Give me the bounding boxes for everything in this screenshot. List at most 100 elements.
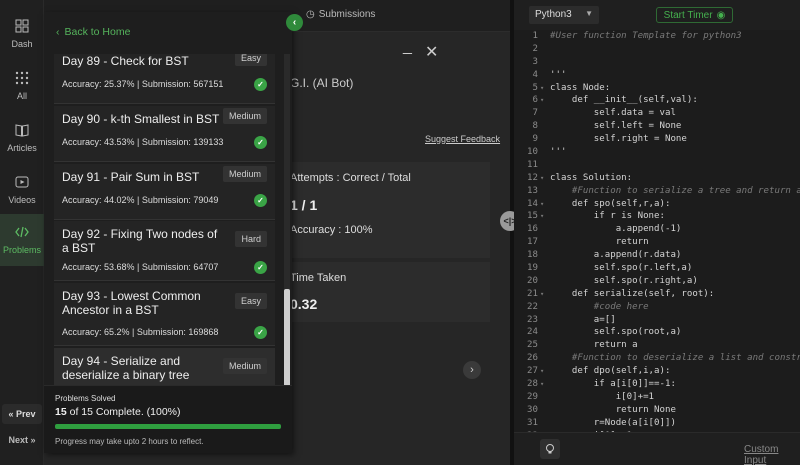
problem-title: Day 89 - Check for BST: [62, 54, 189, 68]
nav-label: Videos: [8, 195, 36, 205]
code-icon: [15, 226, 29, 238]
code-text: class Node:: [550, 82, 611, 93]
grid-icon: [15, 71, 29, 85]
nav-item-videos[interactable]: Videos: [0, 164, 44, 216]
prev-icon: «: [8, 409, 16, 419]
code-text: a.append(-1): [550, 224, 682, 235]
line-number: 27: [527, 366, 538, 377]
chevron-right-icon[interactable]: ›: [463, 361, 481, 379]
start-timer-button[interactable]: Start Timer ◉: [656, 7, 733, 23]
next-button[interactable]: Next »: [2, 430, 42, 450]
difficulty-badge: Medium: [222, 166, 267, 182]
code-line: 18 a.append(r.data): [514, 249, 800, 262]
app-root: Dash All Articles Videos Problems « Prev…: [0, 0, 800, 465]
suggest-feedback-link[interactable]: Suggest Feedback: [425, 134, 500, 144]
problem-card[interactable]: Day 92 - Fixing Two nodes of a BST Hard Ac…: [54, 221, 275, 281]
nav-label: Problems: [2, 245, 41, 255]
next-icon: »: [28, 435, 36, 445]
progress-fill: [55, 424, 281, 429]
nav-item-articles[interactable]: Articles: [0, 112, 44, 164]
code-text: ''': [550, 147, 567, 158]
line-number: 15: [527, 211, 538, 222]
fold-icon[interactable]: ▾: [540, 198, 544, 211]
code-text: class Solution:: [550, 172, 633, 183]
code-editor: Python3 ▼ Start Timer ◉ 1 #User function …: [514, 0, 800, 465]
code-line: 16 a.append(-1): [514, 223, 800, 236]
fold-icon[interactable]: ▾: [540, 210, 544, 223]
code-line: 25 return a: [514, 339, 800, 352]
scroll-thumb[interactable]: [284, 289, 290, 397]
nav-item-problems[interactable]: Problems: [0, 214, 44, 266]
code-line: 22 #code here: [514, 301, 800, 314]
check-circle-icon: ✓: [254, 261, 267, 274]
problem-card[interactable]: Day 90 - k-th Smallest in BST Medium Accur…: [54, 106, 275, 162]
back-label: Back to Home: [64, 26, 131, 38]
line-number: 28: [527, 379, 538, 390]
fold-icon[interactable]: ▾: [540, 365, 544, 378]
left-nav: Dash All Articles Videos Problems « Prev…: [0, 0, 44, 465]
minimize-icon[interactable]: _: [403, 38, 412, 56]
back-to-home-link[interactable]: ‹ Back to Home: [56, 26, 130, 38]
line-number: 31: [527, 417, 538, 428]
nav-item-dash[interactable]: Dash: [0, 8, 44, 60]
time-box: [285, 262, 490, 322]
fold-icon[interactable]: ▾: [540, 82, 544, 95]
lightbulb-icon[interactable]: [540, 439, 560, 459]
line-number: 23: [527, 314, 538, 325]
code-text: ''': [550, 69, 567, 80]
problem-card[interactable]: Day 91 - Pair Sum in BST Medium Accuracy: …: [54, 164, 275, 220]
code-text: self.spo(r.left,a): [550, 263, 693, 274]
code-line: 24 self.spo(root,a): [514, 326, 800, 339]
line-number: 24: [527, 327, 538, 338]
line-number: 7: [532, 108, 538, 119]
code-line: 8 self.left = None: [514, 120, 800, 133]
line-number: 29: [527, 391, 538, 402]
code-line: 12 ▾ class Solution:: [514, 172, 800, 185]
code-area[interactable]: 1 #User function Template for python3 2 3 4 '…: [514, 30, 800, 432]
solved-count: 15 of 15 Complete. (100%): [55, 406, 181, 418]
problems-solved-box: Problems Solved 15 of 15 Complete. (100%…: [44, 385, 292, 453]
line-number: 16: [527, 224, 538, 235]
time-label: Time Taken: [290, 272, 347, 284]
code-text: a=[]: [550, 314, 616, 325]
custom-input-link[interactable]: Custom Input: [744, 444, 800, 465]
line-number: 20: [527, 275, 538, 286]
code-text: return None: [550, 404, 676, 415]
code-text: return a: [550, 340, 638, 351]
language-select[interactable]: Python3 ▼: [529, 6, 599, 24]
problem-card[interactable]: Day 89 - Check for BST Easy Accuracy: 25.3…: [54, 54, 275, 104]
problem-meta: Accuracy: 25.37% | Submission: 567151: [62, 79, 224, 89]
line-number: 10: [527, 147, 538, 158]
attempts-value: 1 / 1: [290, 197, 318, 213]
nav-label: Dash: [11, 39, 33, 49]
problem-list[interactable]: Day 89 - Check for BST Easy Accuracy: 25.3…: [44, 54, 292, 406]
line-number: 12: [527, 172, 538, 183]
code-line: 4 ''': [514, 69, 800, 82]
problem-title: Day 91 - Pair Sum in BST: [62, 170, 200, 184]
language-value: Python3: [535, 9, 572, 20]
tab-submissions-label: Submissions: [318, 9, 376, 20]
fold-icon[interactable]: ▾: [540, 94, 544, 107]
code-text: self.spo(r.right,a): [550, 275, 698, 286]
collapse-panel-icon[interactable]: ‹: [286, 14, 303, 31]
fold-icon[interactable]: ▾: [540, 288, 544, 301]
code-line: 20 self.spo(r.right,a): [514, 275, 800, 288]
prev-button[interactable]: « Prev: [2, 404, 42, 424]
tab-submissions[interactable]: ◷ Submissions: [306, 9, 375, 20]
panel-header: ‹ Back to Home: [44, 12, 292, 54]
progress-bar: [55, 424, 281, 429]
code-text: #User function Template for python3: [550, 31, 742, 41]
problem-card[interactable]: Day 93 - Lowest Common Ancestor in a BST…: [54, 283, 275, 346]
nav-item-all[interactable]: All: [0, 60, 44, 112]
difficulty-badge: Medium: [222, 358, 267, 374]
line-number: 3: [532, 56, 538, 67]
close-icon[interactable]: ✕: [425, 42, 438, 62]
code-line: 17 return: [514, 236, 800, 249]
time-value: 0.32: [290, 296, 318, 312]
video-icon: [15, 176, 29, 188]
fold-icon[interactable]: ▾: [540, 378, 544, 391]
code-text: if a[i[0]]==-1:: [550, 379, 676, 390]
fold-icon[interactable]: ▾: [540, 172, 544, 185]
code-text: self.data = val: [550, 108, 676, 119]
problem-title: Day 93 - Lowest Common Ancestor in a BST: [62, 289, 201, 317]
